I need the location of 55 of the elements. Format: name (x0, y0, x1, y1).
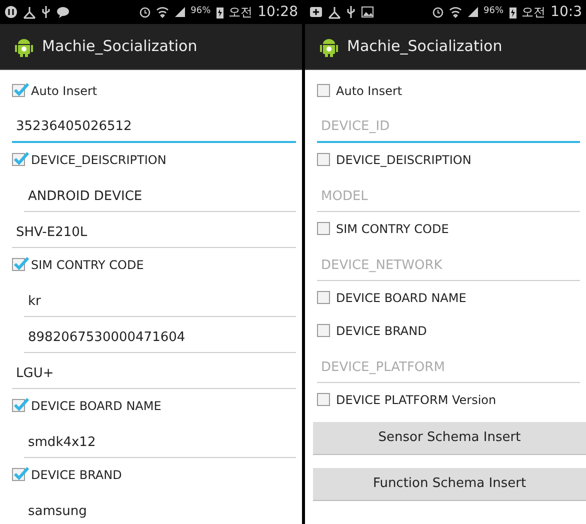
checkbox[interactable] (317, 324, 330, 337)
checkbox-label: DEVICE_DEISCRIPTION (31, 152, 166, 168)
app-title: Machie_Socialization (347, 36, 502, 58)
usb-icon (41, 5, 51, 19)
checkbox-label: DEVICE_DEISCRIPTION (336, 152, 472, 168)
badge-icon (309, 6, 323, 18)
text-field[interactable]: 8982067530000471604 (24, 328, 296, 353)
checkbox[interactable] (317, 153, 330, 166)
text-field[interactable]: samsung (24, 502, 296, 524)
checkbox-label: SIM CONTRY CODE (31, 256, 144, 274)
checkbox-label: DEVICE BOARD NAME (31, 398, 162, 414)
clock-period: 오전 (522, 4, 546, 21)
insert-button[interactable]: Sensor Schema Insert (313, 422, 586, 455)
text-field[interactable]: ANDROID DEVICE (24, 186, 296, 212)
checkbox-label: DEVICE BRAND (31, 466, 122, 484)
checkbox-label: DEVICE BRAND (336, 322, 427, 340)
text-field[interactable]: smdk4x12 (24, 432, 296, 458)
hanger-icon (23, 6, 36, 18)
alarm-icon (432, 6, 444, 18)
battery-percent: 96% (190, 5, 211, 18)
text-field[interactable]: DEVICE_ID (317, 116, 580, 143)
clock-period: 오전 (228, 4, 253, 21)
wifi-icon (156, 6, 169, 18)
checkbox-label: Auto Insert (31, 82, 98, 100)
battery-icon (216, 6, 224, 18)
wifi-icon (448, 6, 462, 18)
checkbox[interactable] (317, 393, 330, 406)
circle-logo-icon (4, 5, 18, 19)
signal-icon (466, 6, 479, 18)
text-field[interactable]: SHV-E210L (12, 222, 296, 248)
checkbox[interactable] (317, 84, 330, 97)
checkbox-label: DEVICE BOARD NAME (336, 290, 466, 306)
app-title: Machie_Socialization (42, 36, 198, 58)
checkbox-label: Auto Insert (336, 82, 402, 100)
image-icon (361, 6, 374, 18)
text-field[interactable]: DEVICE_PLATFORM (317, 358, 580, 383)
checkbox[interactable] (317, 222, 330, 235)
battery-percent: 96% (484, 5, 504, 18)
checkbox[interactable] (317, 291, 330, 304)
text-field[interactable]: DEVICE_NETWORK (317, 256, 580, 281)
text-field[interactable]: kr (24, 292, 296, 317)
usb-icon (346, 5, 356, 19)
insert-button[interactable]: Function Schema Insert (313, 468, 586, 501)
text-field[interactable]: LGU+ (12, 364, 296, 389)
checkbox-label: SIM CONTRY CODE (336, 220, 449, 238)
alarm-icon (138, 6, 151, 18)
chat-bubble-icon (56, 6, 70, 18)
signal-icon (174, 6, 186, 18)
hanger-icon (328, 6, 341, 18)
battery-icon (508, 6, 517, 18)
clock-time: 10:3 (550, 2, 582, 22)
text-field[interactable]: 35236405026512 (12, 116, 296, 143)
clock-time: 10:28 (258, 2, 298, 22)
checkbox-label: DEVICE PLATFORM Version (336, 392, 496, 408)
text-field[interactable]: MODEL (317, 186, 580, 212)
